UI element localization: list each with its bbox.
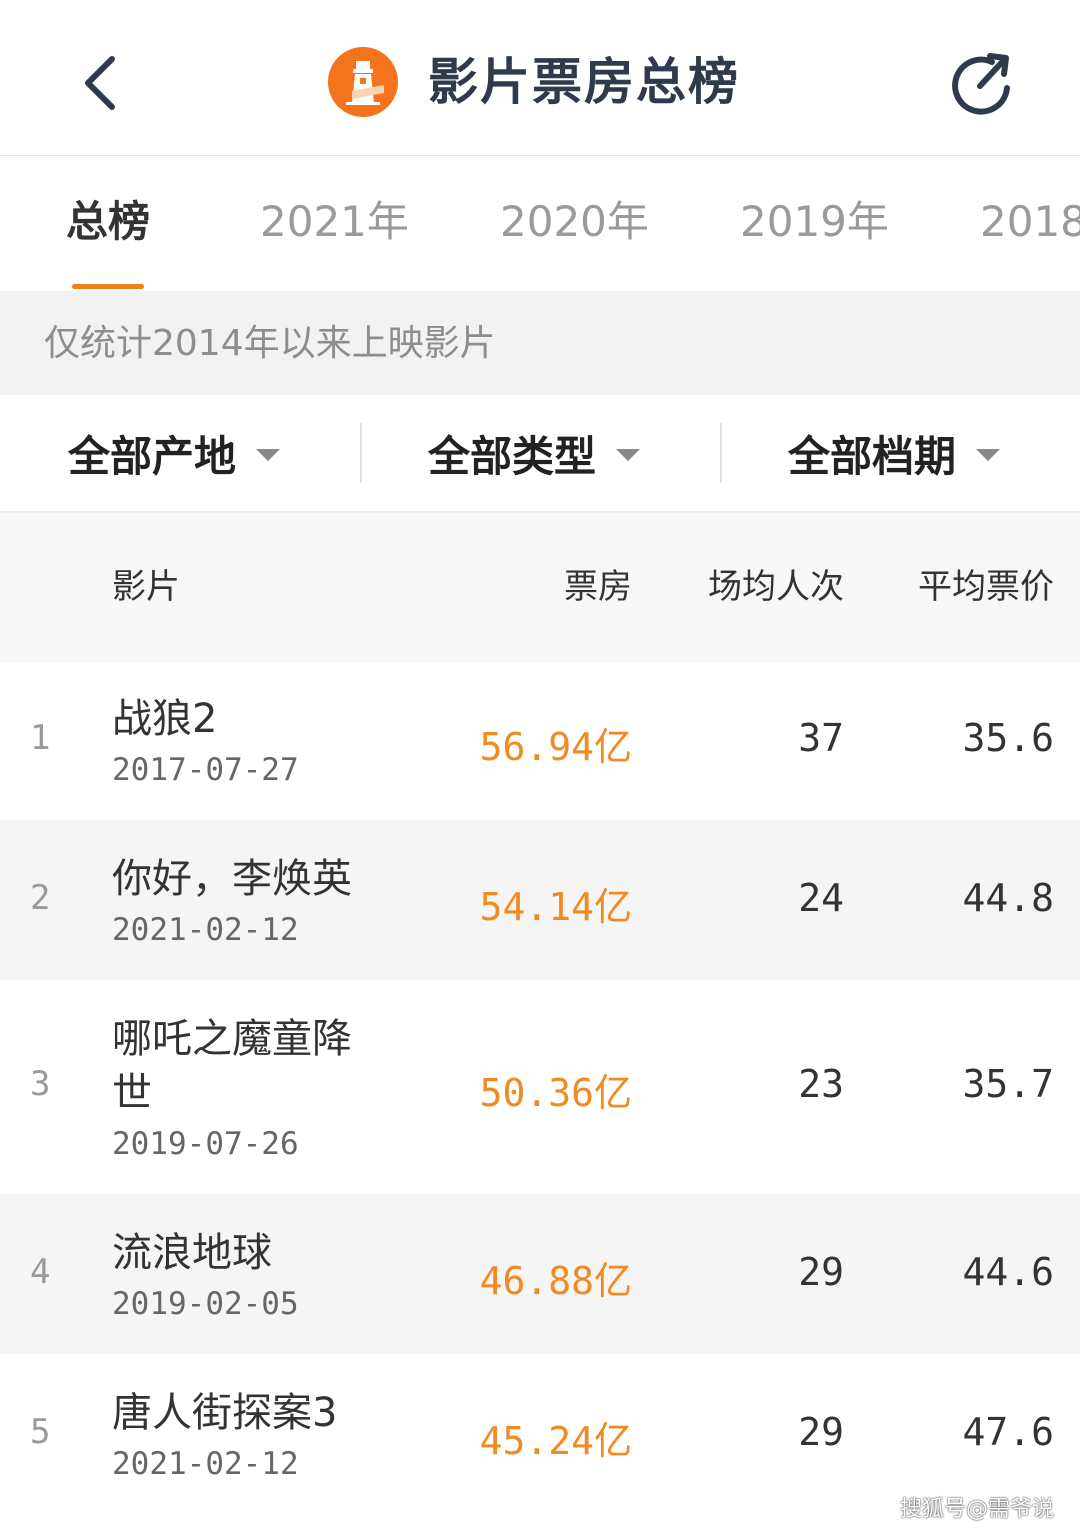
table-row[interactable]: 4 流浪地球 2019-02-05 46.88亿 29 44.6 bbox=[0, 1194, 1080, 1354]
year-tabs: 总榜 2021年 2020年 2019年 2018年 bbox=[0, 156, 1080, 291]
box-office-value: 54.14亿 bbox=[479, 885, 632, 929]
release-date: 2021-02-12 bbox=[112, 1446, 299, 1482]
box-office-value: 56.94亿 bbox=[479, 725, 632, 769]
avg-attendance-value: 29 bbox=[798, 1250, 844, 1294]
film-name: 哪吒之魔童降世 bbox=[112, 1016, 352, 1116]
film-info: 唐人街探案3 2021-02-12 bbox=[112, 1386, 380, 1484]
release-date: 2019-02-05 bbox=[112, 1286, 299, 1322]
rank-number: 4 bbox=[30, 1252, 51, 1292]
box-office-value: 46.88亿 bbox=[479, 1259, 632, 1303]
avg-price-value: 35.6 bbox=[962, 716, 1054, 760]
release-date: 2019-07-26 bbox=[112, 1126, 299, 1162]
notice-text: 仅统计2014年以来上映影片 bbox=[44, 323, 496, 364]
filter-bar: 全部产地 全部类型 全部档期 bbox=[0, 395, 1080, 513]
column-header-box-office[interactable]: 票房 bbox=[564, 565, 632, 609]
column-header-avg-price[interactable]: 平均票价 bbox=[918, 565, 1054, 609]
back-button[interactable] bbox=[70, 45, 130, 120]
table-row[interactable]: 3 哪吒之魔童降世 2019-07-26 50.36亿 23 35.7 bbox=[0, 980, 1080, 1194]
tab-overall[interactable]: 总榜 bbox=[66, 194, 150, 250]
table-row[interactable]: 2 你好，李焕英 2021-02-12 54.14亿 24 44.8 bbox=[0, 820, 1080, 980]
ranking-list: 1 战狼2 2017-07-27 56.94亿 37 35.6 2 你好，李焕英… bbox=[0, 662, 1080, 1533]
rank-number: 3 bbox=[30, 1064, 51, 1104]
filter-genre-label: 全部类型 bbox=[428, 431, 597, 481]
avg-price-value: 44.6 bbox=[962, 1250, 1054, 1294]
tab-2020[interactable]: 2020年 bbox=[500, 194, 649, 250]
caret-down-icon bbox=[976, 449, 1001, 461]
rank-number: 5 bbox=[30, 1412, 51, 1452]
film-name: 你好，李焕英 bbox=[112, 856, 352, 902]
tab-2019[interactable]: 2019年 bbox=[740, 194, 889, 250]
stats-notice: 仅统计2014年以来上映影片 bbox=[0, 291, 1080, 395]
filter-divider bbox=[720, 423, 722, 483]
filter-region-dropdown[interactable]: 全部产地 bbox=[68, 395, 428, 511]
chevron-left-icon bbox=[85, 55, 115, 110]
box-office-value: 45.24亿 bbox=[479, 1419, 632, 1463]
table-header: 影片 票房 场均人次 平均票价 bbox=[0, 513, 1080, 662]
avg-attendance-value: 24 bbox=[798, 876, 844, 920]
filter-period-label: 全部档期 bbox=[788, 431, 957, 481]
filter-period-dropdown[interactable]: 全部档期 bbox=[788, 395, 1080, 511]
rank-number: 1 bbox=[30, 718, 51, 758]
avg-price-value: 35.7 bbox=[962, 1062, 1054, 1106]
filter-genre-dropdown[interactable]: 全部类型 bbox=[428, 395, 788, 511]
film-info: 你好，李焕英 2021-02-12 bbox=[112, 852, 380, 950]
lighthouse-logo-icon bbox=[328, 47, 398, 117]
avg-attendance-value: 29 bbox=[798, 1410, 844, 1454]
column-header-film: 影片 bbox=[112, 567, 180, 607]
top-bar: 影片票房总榜 bbox=[0, 0, 1080, 156]
avg-attendance-value: 23 bbox=[798, 1062, 844, 1106]
refresh-button[interactable] bbox=[946, 48, 1018, 120]
avg-price-value: 44.8 bbox=[962, 876, 1054, 920]
film-info: 哪吒之魔童降世 2019-07-26 bbox=[112, 1012, 380, 1164]
caret-down-icon bbox=[616, 449, 641, 461]
active-tab-indicator bbox=[72, 284, 144, 289]
column-header-avg-attendance[interactable]: 场均人次 bbox=[708, 565, 844, 609]
tab-2018[interactable]: 2018年 bbox=[980, 194, 1080, 250]
page-title: 影片票房总榜 bbox=[428, 53, 740, 111]
film-name: 唐人街探案3 bbox=[112, 1390, 338, 1436]
watermark-text: 搜狐号@需爷说 bbox=[899, 1497, 1054, 1522]
release-date: 2017-07-27 bbox=[112, 752, 299, 788]
avg-attendance-value: 37 bbox=[798, 716, 844, 760]
release-date: 2021-02-12 bbox=[112, 912, 299, 948]
rank-number: 2 bbox=[30, 878, 51, 918]
film-name: 战狼2 bbox=[112, 696, 218, 742]
avg-price-value: 47.6 bbox=[962, 1410, 1054, 1454]
film-info: 流浪地球 2019-02-05 bbox=[112, 1226, 380, 1324]
film-info: 战狼2 2017-07-27 bbox=[112, 692, 380, 790]
filter-divider bbox=[360, 423, 362, 483]
refresh-icon bbox=[952, 53, 1010, 115]
table-row[interactable]: 1 战狼2 2017-07-27 56.94亿 37 35.6 bbox=[0, 662, 1080, 820]
caret-down-icon bbox=[256, 449, 281, 461]
film-name: 流浪地球 bbox=[112, 1230, 272, 1276]
filter-region-label: 全部产地 bbox=[68, 431, 237, 481]
tab-2021[interactable]: 2021年 bbox=[260, 194, 409, 250]
box-office-value: 50.36亿 bbox=[479, 1071, 632, 1115]
